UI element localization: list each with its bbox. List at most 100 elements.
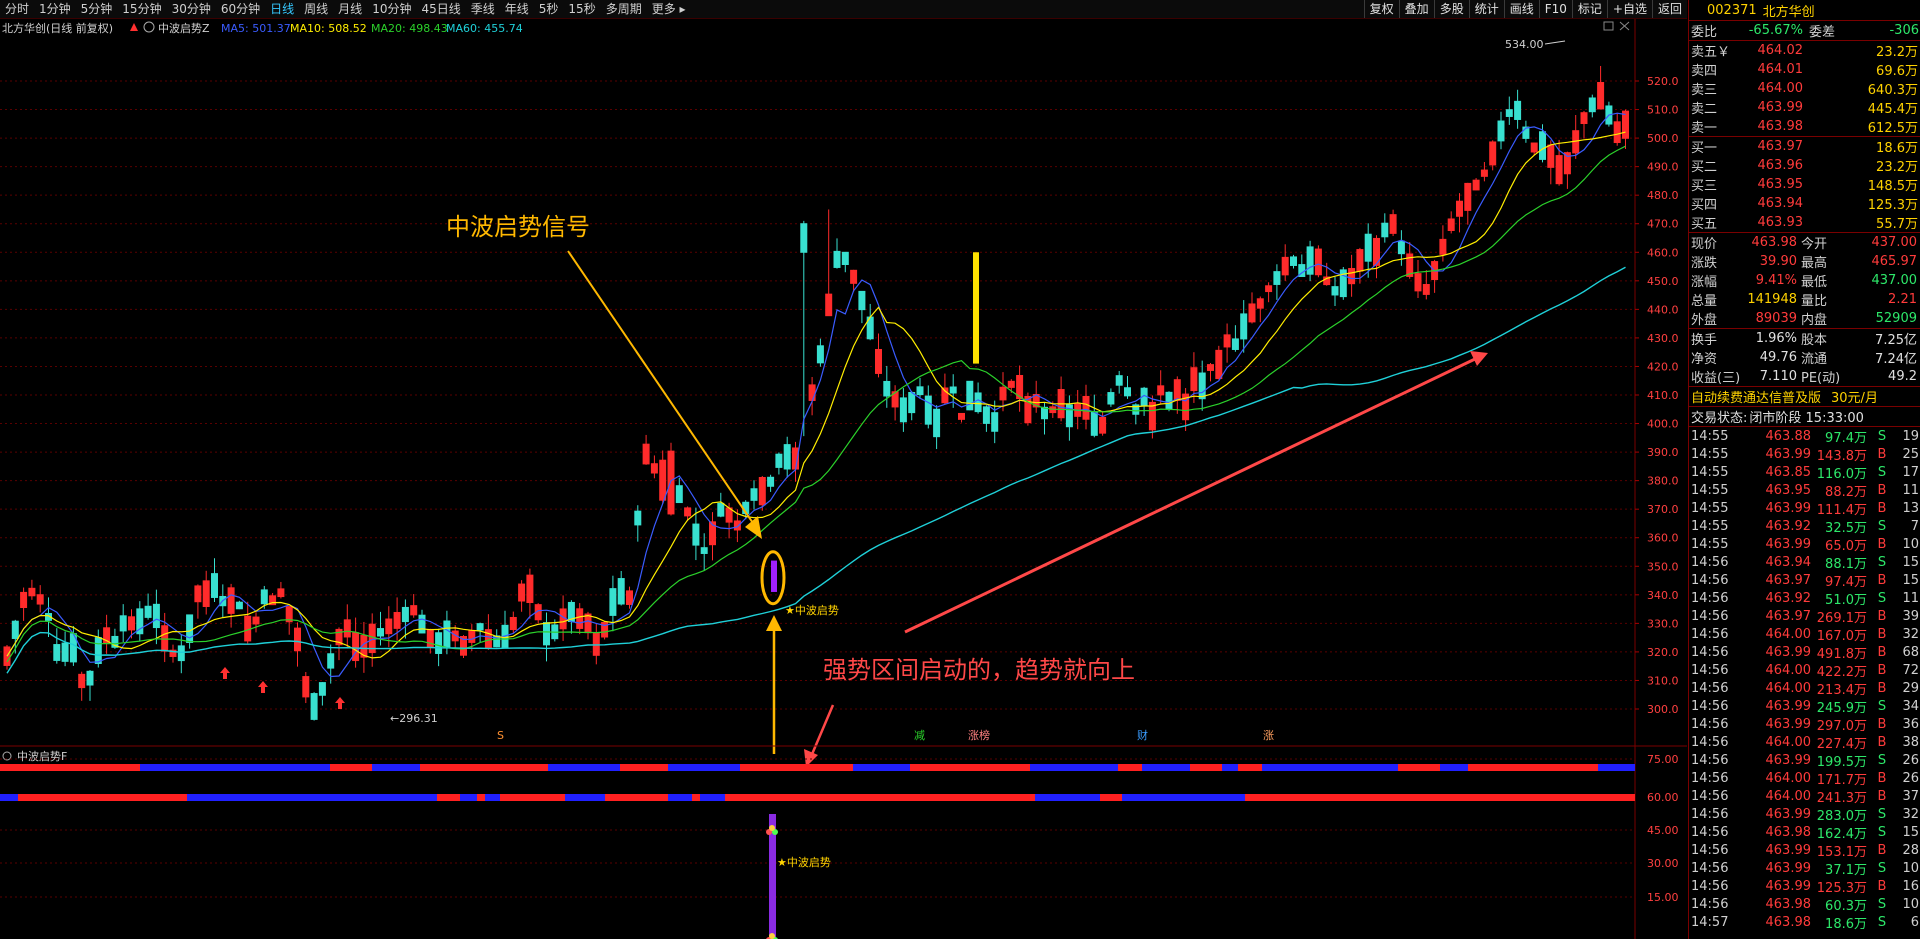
bid-price: 463.97: [1757, 139, 1804, 154]
tick-price: 463.99: [1765, 878, 1812, 894]
period-tab-7[interactable]: 周线: [299, 0, 333, 18]
candle-body: [1489, 141, 1497, 166]
period-tab-6[interactable]: 日线: [265, 0, 299, 18]
candle-body: [1447, 218, 1455, 231]
candle-body: [974, 392, 982, 413]
tick-time: 14:55: [1691, 464, 1729, 480]
period-tab-12[interactable]: 年线: [500, 0, 534, 18]
toolbar-button-2[interactable]: 多股: [1433, 0, 1469, 18]
tick-price: 463.97: [1765, 608, 1812, 624]
period-tab-1[interactable]: 1分钟: [34, 0, 76, 18]
tick-count: 15: [1902, 824, 1919, 840]
toolbar-button-0[interactable]: 复权: [1363, 0, 1399, 18]
candle-body: [899, 397, 907, 423]
fund-row-2: 收益(三) 7.110 PE(动) 49.2: [1689, 367, 1920, 386]
subchart-title: 中波启势F: [17, 750, 67, 763]
tick-row: 14:55 463.99 65.0万 B 10: [1689, 535, 1920, 554]
ask-row-4: 卖一 463.98 612.5万: [1689, 117, 1920, 136]
period-tab-4[interactable]: 30分钟: [167, 0, 216, 18]
price-tick-label: 410.0: [1647, 389, 1679, 402]
candle-body: [1348, 268, 1356, 285]
candle-body: [717, 502, 725, 517]
bid-price: 463.96: [1757, 158, 1804, 173]
stat-row-4: 外盘 89039 内盘 52909: [1689, 309, 1920, 328]
stat-label: 现价: [1691, 237, 1718, 252]
period-tab-0[interactable]: 分时: [0, 0, 34, 18]
tick-row: 14:56 463.98 162.4万 S 15: [1689, 823, 1920, 842]
signal-band-segment: [910, 764, 1030, 771]
tick-time: 14:56: [1691, 770, 1729, 786]
tick-volume: 32.5万: [1825, 520, 1867, 536]
toolbar-button-3[interactable]: 统计: [1468, 0, 1504, 18]
signal-band-segment: [548, 764, 620, 771]
candle-body: [1265, 285, 1273, 293]
period-tab-2[interactable]: 5分钟: [76, 0, 118, 18]
toolbar-button-4[interactable]: 画线: [1503, 0, 1539, 18]
toolbar-button-8[interactable]: 返回: [1651, 0, 1687, 18]
toolbar-button-5[interactable]: F10: [1538, 0, 1572, 18]
period-tab-10[interactable]: 45日线: [416, 0, 465, 18]
tick-volume: 199.5万: [1816, 754, 1867, 770]
promo-text[interactable]: 自动续费通达信普及版: [1689, 387, 1821, 406]
tick-volume: 65.0万: [1825, 538, 1867, 554]
tick-time: 14:55: [1691, 482, 1729, 498]
up-arrow-marker: [335, 697, 345, 709]
promo-row[interactable]: 自动续费通达信普及版 30元/月: [1689, 387, 1920, 407]
period-tab-5[interactable]: 60分钟: [216, 0, 265, 18]
toolbar-button-7[interactable]: +自选: [1606, 0, 1652, 18]
tick-side: B: [1877, 770, 1887, 786]
chart-title: 北方华创(日线 前复权): [2, 21, 113, 35]
price-tick-label: 380.0: [1647, 475, 1679, 488]
tick-row: 14:55 463.85 116.0万 S 17: [1689, 463, 1920, 482]
period-tab-8[interactable]: 月线: [333, 0, 367, 18]
price-tick-label: 400.0: [1647, 418, 1679, 431]
stock-header[interactable]: 002371 北方华创: [1689, 0, 1920, 21]
period-tab-11[interactable]: 季线: [466, 0, 500, 18]
sub-tick-label: 75.00: [1647, 753, 1679, 766]
candle-body: [327, 653, 335, 669]
weibi-label: 委比: [1691, 25, 1718, 40]
stat-row-3: 总量 141948 量比 2.21: [1689, 290, 1920, 309]
candle-body: [28, 587, 36, 597]
event-mark: 财: [1137, 728, 1148, 742]
period-tab-14[interactable]: 15秒: [563, 0, 600, 18]
event-mark: 涨: [1263, 729, 1274, 742]
weicha-label: 委差: [1809, 25, 1836, 40]
toolbar-button-1[interactable]: 叠加: [1398, 0, 1434, 18]
candle-body: [982, 406, 990, 424]
signal-band-segment: [1035, 794, 1100, 801]
tick-time: 14:55: [1691, 536, 1729, 552]
period-tab-13[interactable]: 5秒: [534, 0, 564, 18]
tick-price: 463.99: [1765, 842, 1812, 858]
fund-label: 换手: [1691, 333, 1718, 348]
candle-body: [1314, 248, 1322, 276]
tick-count: 68: [1902, 644, 1919, 660]
tick-side: B: [1877, 446, 1887, 462]
stat-value: 89039: [1755, 311, 1797, 326]
candle-body: [609, 588, 617, 616]
toolbar-button-6[interactable]: 标记: [1571, 0, 1607, 18]
tick-list[interactable]: 14:55 463.88 97.4万 S 19 14:55 463.99 143.8万 B 25 1…: [1689, 427, 1920, 932]
period-tab-15[interactable]: 多周期: [601, 0, 647, 18]
period-tab-3[interactable]: 15分钟: [117, 0, 166, 18]
sub-signal-label: ★中波启势: [777, 856, 831, 869]
period-tab-16[interactable]: 更多 ▸: [647, 0, 691, 18]
signal-marker-label: ★中波启势: [785, 604, 839, 617]
tick-count: 16: [1902, 878, 1919, 894]
candle-body: [227, 587, 235, 614]
candle-body: [999, 386, 1007, 401]
kline-chart[interactable]: 北方华创(日线 前复权) 中波启势Z MA5: 501.37 MA10: 508.52…: [0, 19, 1687, 939]
ask-price: 464.01: [1757, 62, 1804, 77]
signal-band-segment: [372, 764, 420, 771]
bid-label: 买一: [1691, 141, 1718, 156]
price-tick-label: 440.0: [1647, 303, 1679, 316]
tick-price: 464.00: [1765, 770, 1812, 786]
period-tab-9[interactable]: 10分钟: [367, 0, 416, 18]
candle-body: [252, 616, 260, 625]
signal-band-segment: [1238, 764, 1262, 771]
price-tick-label: 320.0: [1647, 646, 1679, 659]
tick-row: 14:55 463.99 143.8万 B 25: [1689, 445, 1920, 464]
candle-body: [177, 645, 185, 662]
tick-side: B: [1877, 608, 1887, 624]
kline-chart-area[interactable]: 北方华创(日线 前复权) 中波启势Z MA5: 501.37 MA10: 508.52…: [0, 19, 1687, 939]
